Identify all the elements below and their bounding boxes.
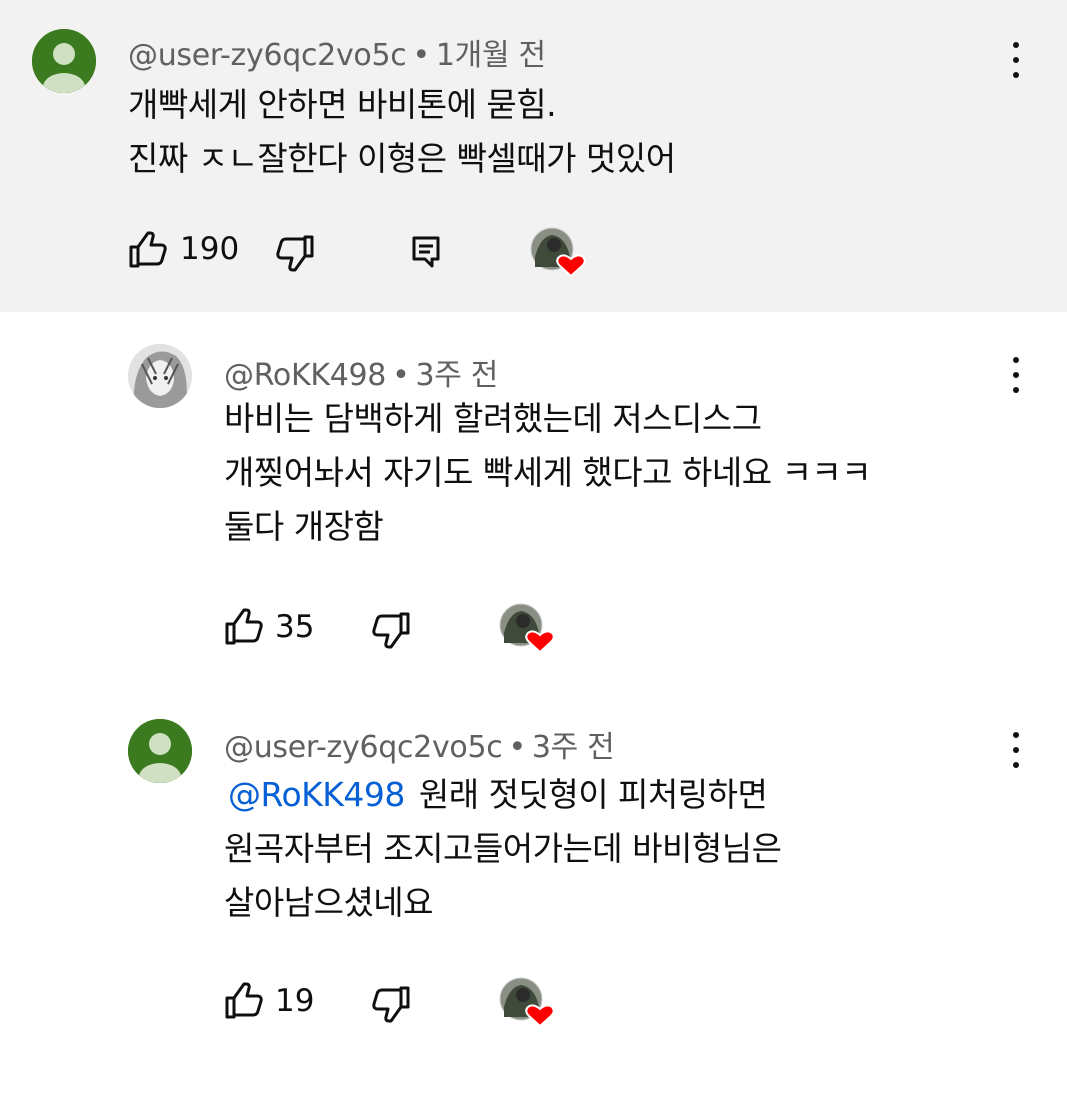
thumb-down-icon: [372, 612, 410, 649]
reply-icon: [412, 236, 440, 268]
comment-time[interactable]: 3주 전: [415, 358, 498, 393]
comment-text: 개빡세게 안하면 바비톤에 묻힘. 진짜 ㅈㄴ잘한다 이형은 빡셀때가 멋있어: [128, 78, 676, 186]
dislike-button[interactable]: [371, 611, 411, 649]
comment-highlighted: @user-zy6qc2vo5c • 1개월 전 개빡세게 안하면 바비톤에 묻힘.…: [0, 0, 1067, 312]
like-button[interactable]: [224, 608, 264, 646]
reply-comment: @RoKK498 • 3주 전 바비는 담백하게 할려했는데 저스디스그 개찢어놔서…: [0, 312, 1067, 684]
comment-text: @RoKK498 원래 젓딧형이 피처링하면 원곡자부터 조지고들어가는데 바비형…: [224, 768, 782, 930]
comment-line: @RoKK498 원래 젓딧형이 피처링하면: [224, 768, 781, 822]
anime-avatar-icon: [128, 344, 192, 408]
more-vert-icon[interactable]: [996, 347, 1036, 403]
reply-comment: @user-zy6qc2vo5c • 3주 전 @RoKK498 원래 젓딧형이 피처…: [0, 684, 1067, 1099]
like-count: 190: [180, 231, 240, 267]
like-button[interactable]: [128, 231, 168, 269]
user-avatar[interactable]: [128, 344, 192, 408]
dislike-button[interactable]: [275, 234, 315, 272]
like-count: 35: [275, 609, 315, 645]
heart-icon: [556, 254, 586, 278]
thumb-down-icon: [372, 986, 410, 1023]
comment-time[interactable]: 3주 전: [532, 730, 615, 765]
comment-time[interactable]: 1개월 전: [436, 38, 546, 73]
like-button[interactable]: [224, 982, 264, 1020]
user-avatar[interactable]: [32, 29, 96, 93]
heart-icon: [525, 630, 555, 654]
comment-line: 원곡자부터 조지고들어가는데 바비형님은: [224, 829, 782, 868]
author-name[interactable]: @user-zy6qc2vo5c: [224, 730, 503, 765]
like-count: 19: [275, 983, 315, 1019]
user-avatar[interactable]: [128, 719, 192, 783]
comment-line-text: 원래 젓딧형이 피처링하면: [418, 775, 768, 814]
creator-heart: [530, 227, 588, 279]
reply-button[interactable]: [410, 235, 442, 269]
default-avatar-icon: [128, 719, 192, 783]
dislike-button[interactable]: [371, 985, 411, 1023]
thumb-up-icon: [129, 231, 167, 268]
comment-line: 둘다 개장함: [224, 507, 384, 546]
comment-line: 개찢어놔서 자기도 빡세게 했다고 하네요 ㅋㅋㅋ: [224, 453, 872, 492]
comment-meta: @RoKK498 • 3주 전: [224, 350, 498, 394]
comment-meta: @user-zy6qc2vo5c • 3주 전: [224, 722, 615, 766]
author-name[interactable]: @user-zy6qc2vo5c: [128, 38, 407, 73]
heart-icon: [525, 1004, 555, 1028]
mention-link[interactable]: @RoKK498: [228, 775, 405, 814]
creator-heart: [499, 977, 557, 1029]
meta-separator: •: [508, 730, 526, 765]
comment-line: 진짜 ㅈㄴ잘한다 이형은 빡셀때가 멋있어: [128, 139, 676, 178]
creator-heart: [499, 603, 557, 655]
more-vert-icon[interactable]: [996, 722, 1036, 778]
more-vert-icon[interactable]: [996, 32, 1036, 88]
meta-separator: •: [392, 358, 410, 393]
thumb-up-icon: [225, 608, 263, 645]
thumb-down-icon: [276, 235, 314, 272]
comment-line: 개빡세게 안하면 바비톤에 묻힘.: [128, 85, 557, 124]
comment-line: 살아남으셨네요: [224, 883, 434, 922]
author-name[interactable]: @RoKK498: [224, 358, 386, 393]
comment-text: 바비는 담백하게 할려했는데 저스디스그 개찢어놔서 자기도 빡세게 했다고 하…: [224, 392, 872, 554]
comment-meta: @user-zy6qc2vo5c • 1개월 전: [128, 30, 546, 74]
meta-separator: •: [412, 38, 430, 73]
comment-line: 바비는 담백하게 할려했는데 저스디스그: [224, 399, 762, 438]
default-avatar-icon: [32, 29, 96, 93]
thumb-up-icon: [225, 982, 263, 1019]
